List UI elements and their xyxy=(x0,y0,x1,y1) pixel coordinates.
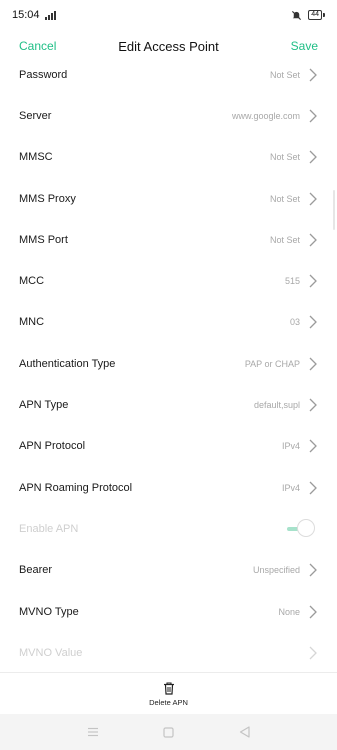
row-label: MMSC xyxy=(19,151,53,164)
chevron-right-icon xyxy=(309,109,317,123)
chevron-right-icon xyxy=(309,398,317,412)
scrollbar[interactable] xyxy=(333,190,335,230)
status-time: 15:04 xyxy=(12,9,40,21)
row-label: Password xyxy=(19,68,68,81)
save-button[interactable]: Save xyxy=(291,39,318,53)
row-value: PAP or CHAP xyxy=(244,358,300,369)
delete-apn-label: Delete APN xyxy=(149,697,188,707)
chevron-right-icon xyxy=(309,274,317,288)
delete-apn-button[interactable]: Delete APN xyxy=(0,672,337,715)
row-mms-proxy[interactable]: MMS Proxy Not Set xyxy=(0,178,337,219)
home-icon[interactable] xyxy=(163,726,175,738)
chevron-right-icon xyxy=(309,150,317,164)
mute-icon xyxy=(292,10,302,20)
apn-settings-list: Password Not Set Server www.google.com M… xyxy=(0,54,337,673)
chevron-right-icon xyxy=(309,563,317,577)
row-value: Not Set xyxy=(269,69,300,80)
row-password[interactable]: Password Not Set xyxy=(0,54,337,95)
row-apn-protocol[interactable]: APN Protocol IPv4 xyxy=(0,426,337,467)
row-value: 515 xyxy=(284,276,300,287)
row-label: MMS Port xyxy=(19,233,68,246)
row-mvno-type[interactable]: MVNO Type None xyxy=(0,591,337,632)
row-value: default,supl xyxy=(253,400,300,411)
row-mms-port[interactable]: MMS Port Not Set xyxy=(0,219,337,260)
enable-apn-toggle[interactable] xyxy=(287,518,317,539)
row-label: MMS Proxy xyxy=(19,192,76,205)
chevron-right-icon xyxy=(309,357,317,371)
chevron-right-icon xyxy=(309,233,317,247)
chevron-right-icon xyxy=(309,646,317,660)
row-value: IPv4 xyxy=(281,482,300,493)
row-authentication-type[interactable]: Authentication Type PAP or CHAP xyxy=(0,343,337,384)
row-value: www.google.com xyxy=(231,110,300,121)
row-label: Server xyxy=(19,109,52,122)
row-server[interactable]: Server www.google.com xyxy=(0,95,337,136)
row-value: IPv4 xyxy=(281,441,300,452)
row-label: Authentication Type xyxy=(19,357,116,370)
battery-level: 44 xyxy=(308,10,322,20)
row-mmsc[interactable]: MMSC Not Set xyxy=(0,137,337,178)
row-value: Not Set xyxy=(269,234,300,245)
cancel-button[interactable]: Cancel xyxy=(19,39,56,53)
menu-icon[interactable] xyxy=(87,727,99,737)
chevron-right-icon xyxy=(309,192,317,205)
chevron-right-icon xyxy=(309,315,317,329)
row-apn-roaming-protocol[interactable]: APN Roaming Protocol IPv4 xyxy=(0,467,337,508)
battery-icon: 44 xyxy=(308,10,325,20)
row-label: MCC xyxy=(19,275,45,288)
trash-icon xyxy=(163,681,174,695)
chevron-right-icon xyxy=(309,68,317,82)
row-label: APN Type xyxy=(19,399,69,412)
row-value: Not Set xyxy=(269,152,300,163)
signal-icon xyxy=(44,10,56,20)
row-label: MNC xyxy=(19,316,45,329)
back-icon[interactable] xyxy=(239,726,250,738)
row-label: Enable APN xyxy=(19,522,79,535)
status-bar: 15:04 44 xyxy=(0,0,337,30)
row-value: None xyxy=(278,606,300,617)
row-label: MVNO Type xyxy=(19,605,79,618)
status-left: 15:04 xyxy=(12,9,56,21)
row-mnc[interactable]: MNC 03 xyxy=(0,302,337,343)
row-label: APN Protocol xyxy=(19,440,86,453)
row-mcc[interactable]: MCC 515 xyxy=(0,260,337,301)
chevron-right-icon xyxy=(309,439,317,453)
row-label: Bearer xyxy=(19,564,53,577)
row-bearer[interactable]: Bearer Unspecified xyxy=(0,550,337,591)
row-label: MVNO Value xyxy=(19,646,83,659)
row-value: Unspecified xyxy=(252,565,300,576)
row-value: Not Set xyxy=(269,193,300,204)
row-apn-type[interactable]: APN Type default,supl xyxy=(0,384,337,425)
chevron-right-icon xyxy=(309,481,317,495)
row-mvno-value: MVNO Value xyxy=(0,632,337,673)
status-right: 44 xyxy=(291,10,325,21)
navigation-bar xyxy=(0,714,337,750)
row-value: 03 xyxy=(289,317,300,328)
row-label: APN Roaming Protocol xyxy=(19,481,133,494)
row-enable-apn: Enable APN xyxy=(0,508,337,549)
chevron-right-icon xyxy=(309,605,317,618)
